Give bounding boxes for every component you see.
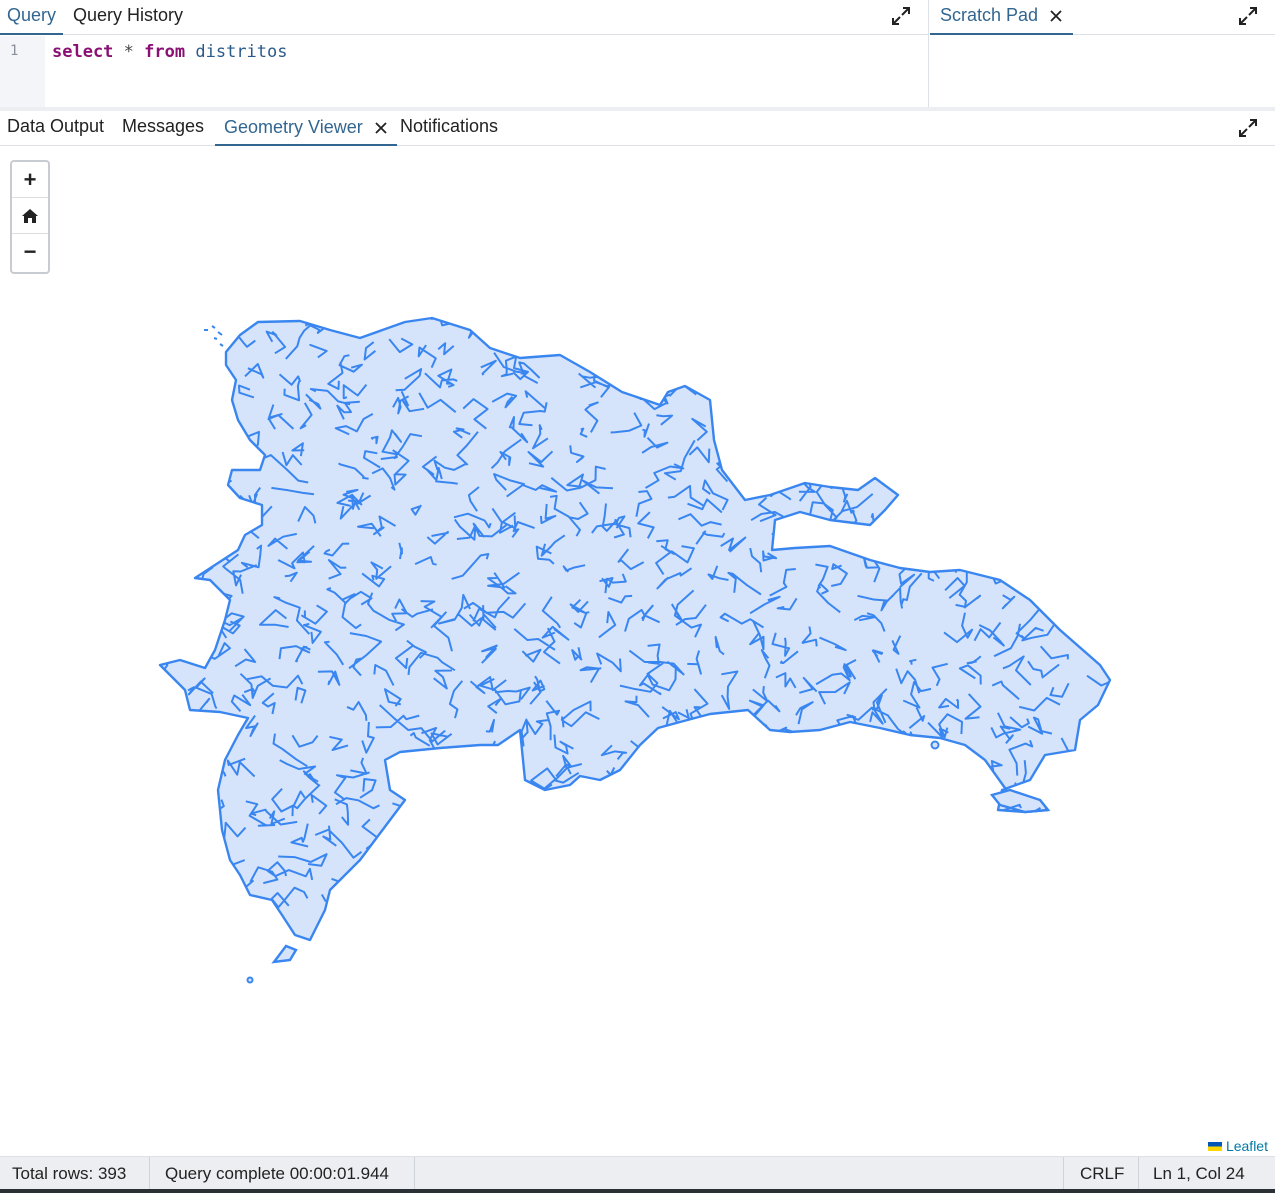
scratch-tabbar: Scratch Pad xyxy=(930,0,1275,35)
operator-star: * xyxy=(123,42,134,62)
close-icon[interactable] xyxy=(1049,2,1063,32)
geometry-viewer-label: Geometry Viewer xyxy=(224,117,363,137)
status-bar: Total rows: 393 Query complete 00:00:01.… xyxy=(0,1156,1275,1190)
table-identifier: distritos xyxy=(195,42,288,62)
line-ending[interactable]: CRLF xyxy=(1080,1157,1124,1190)
district-polygons[interactable] xyxy=(123,275,1138,984)
tab-query-history[interactable]: Query History xyxy=(73,0,183,35)
geometry-map[interactable]: + − Leaflet xyxy=(0,146,1275,1156)
ukraine-flag-icon xyxy=(1207,1141,1222,1151)
line-gutter: 1 xyxy=(0,36,45,107)
map-attribution: Leaflet xyxy=(1205,1138,1270,1154)
home-icon xyxy=(22,208,38,223)
status-divider xyxy=(1063,1157,1064,1190)
maximize-query-icon[interactable] xyxy=(891,6,911,26)
maximize-scratch-icon[interactable] xyxy=(1238,6,1258,26)
keyword-from: from xyxy=(144,42,186,62)
window-bottom-edge xyxy=(0,1189,1275,1193)
cays[interactable] xyxy=(204,325,224,347)
leaflet-link[interactable]: Leaflet xyxy=(1226,1138,1268,1154)
small-island[interactable] xyxy=(930,740,940,750)
map-geometry[interactable] xyxy=(0,146,1275,1156)
tab-query[interactable]: Query xyxy=(0,0,64,35)
tab-notifications[interactable]: Notifications xyxy=(400,111,498,146)
status-divider xyxy=(149,1157,150,1190)
tab-geometry-viewer[interactable]: Geometry Viewer xyxy=(215,111,397,146)
line-number: 1 xyxy=(10,43,19,59)
tab-scratch-pad[interactable]: Scratch Pad xyxy=(930,0,1074,35)
results-tabbar: Data Output Messages Geometry Viewer Not… xyxy=(0,111,1275,146)
alto-velo-island[interactable] xyxy=(246,976,254,984)
zoom-out-button[interactable]: − xyxy=(12,234,48,270)
total-rows: Total rows: 393 xyxy=(12,1164,127,1183)
cursor-position: Ln 1, Col 24 xyxy=(1153,1164,1245,1183)
maximize-results-icon[interactable] xyxy=(1238,118,1258,138)
keyword-select: select xyxy=(52,42,114,62)
tab-data-output[interactable]: Data Output xyxy=(7,111,104,146)
status-divider xyxy=(414,1157,415,1190)
beata-island[interactable] xyxy=(271,944,298,964)
sql-editor[interactable]: 1 select * from distritos xyxy=(0,36,928,107)
query-complete: Query complete 00:00:01.944 xyxy=(165,1164,389,1183)
query-tabbar: Query Query History xyxy=(0,0,928,35)
zoom-control: + − xyxy=(10,160,50,274)
query-pane: Query Query History 1 select * from dist… xyxy=(0,0,929,107)
status-divider xyxy=(1138,1157,1139,1190)
country-outline[interactable] xyxy=(158,316,1112,942)
editor-area: Query Query History 1 select * from dist… xyxy=(0,0,1275,107)
tab-messages[interactable]: Messages xyxy=(122,111,204,146)
zoom-in-button[interactable]: + xyxy=(12,162,48,198)
scratch-pad-label: Scratch Pad xyxy=(940,5,1039,25)
home-button[interactable] xyxy=(12,198,48,234)
scratch-pad-pane: Scratch Pad xyxy=(930,0,1275,107)
close-icon[interactable] xyxy=(374,113,388,145)
sql-code[interactable]: select * from distritos xyxy=(52,42,288,62)
